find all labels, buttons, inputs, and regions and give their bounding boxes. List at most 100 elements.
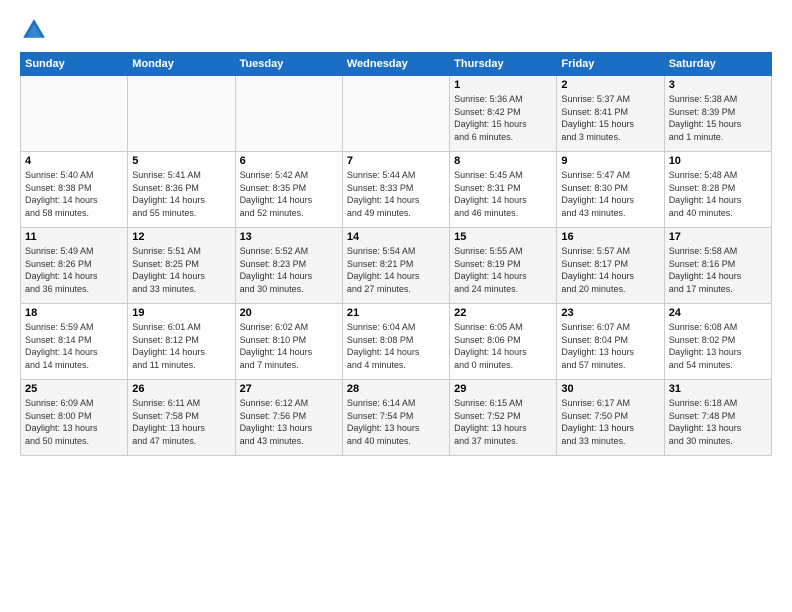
day-number: 4 xyxy=(25,155,123,167)
calendar-cell: 18Sunrise: 5:59 AMSunset: 8:14 PMDayligh… xyxy=(21,304,128,380)
day-number: 7 xyxy=(347,155,445,167)
day-number: 16 xyxy=(561,231,659,243)
calendar-cell: 25Sunrise: 6:09 AMSunset: 8:00 PMDayligh… xyxy=(21,380,128,456)
day-info: Sunrise: 5:41 AMSunset: 8:36 PMDaylight:… xyxy=(132,169,230,219)
calendar-cell xyxy=(21,76,128,152)
calendar-cell: 16 Sunrise: 5:57 AMSunset: 8:17 PMDayligh… xyxy=(557,228,664,304)
weekday-header-saturday: Saturday xyxy=(664,53,771,76)
day-info: Sunrise: 5:44 AMSunset: 8:33 PMDaylight:… xyxy=(347,169,445,219)
calendar-cell: 26 Sunrise: 6:11 AMSunset: 7:58 PMDayligh… xyxy=(128,380,235,456)
calendar-table: SundayMondayTuesdayWednesdayThursdayFrid… xyxy=(20,52,772,456)
day-number: 15 xyxy=(454,231,552,243)
calendar-cell: 5 Sunrise: 5:41 AMSunset: 8:36 PMDaylight… xyxy=(128,152,235,228)
day-number: 10 xyxy=(669,155,767,167)
calendar-cell: 19 Sunrise: 6:01 AMSunset: 8:12 PMDayligh… xyxy=(128,304,235,380)
calendar-cell: 3 Sunrise: 5:38 AMSunset: 8:39 PMDaylight… xyxy=(664,76,771,152)
calendar-cell xyxy=(342,76,449,152)
day-number: 5 xyxy=(132,155,230,167)
day-number: 21 xyxy=(347,307,445,319)
calendar-cell: 21Sunrise: 6:04 AMSunset: 8:08 PMDayligh… xyxy=(342,304,449,380)
day-number: 13 xyxy=(240,231,338,243)
day-info: Sunrise: 5:57 AMSunset: 8:17 PMDaylight:… xyxy=(561,245,659,295)
logo-icon xyxy=(20,16,48,44)
day-info: Sunrise: 5:49 AMSunset: 8:26 PMDaylight:… xyxy=(25,245,123,295)
weekday-header-thursday: Thursday xyxy=(450,53,557,76)
calendar-cell: 10 Sunrise: 5:48 AMSunset: 8:28 PMDayligh… xyxy=(664,152,771,228)
calendar-cell: 11 Sunrise: 5:49 AMSunset: 8:26 PMDayligh… xyxy=(21,228,128,304)
calendar-cell: 22 Sunrise: 6:05 AMSunset: 8:06 PMDayligh… xyxy=(450,304,557,380)
day-number: 3 xyxy=(669,79,767,91)
day-number: 26 xyxy=(132,383,230,395)
week-row-5: 25Sunrise: 6:09 AMSunset: 8:00 PMDayligh… xyxy=(21,380,772,456)
day-info: Sunrise: 5:36 AMSunset: 8:42 PMDaylight:… xyxy=(454,93,552,143)
calendar-cell: 1 Sunrise: 5:36 AMSunset: 8:42 PMDaylight… xyxy=(450,76,557,152)
day-number: 20 xyxy=(240,307,338,319)
day-info: Sunrise: 5:42 AMSunset: 8:35 PMDaylight:… xyxy=(240,169,338,219)
calendar-cell: 14 Sunrise: 5:54 AMSunset: 8:21 PMDayligh… xyxy=(342,228,449,304)
day-number: 23 xyxy=(561,307,659,319)
week-row-4: 18Sunrise: 5:59 AMSunset: 8:14 PMDayligh… xyxy=(21,304,772,380)
day-number: 22 xyxy=(454,307,552,319)
weekday-header-monday: Monday xyxy=(128,53,235,76)
calendar-cell: 8 Sunrise: 5:45 AMSunset: 8:31 PMDaylight… xyxy=(450,152,557,228)
calendar-cell: 20 Sunrise: 6:02 AMSunset: 8:10 PMDayligh… xyxy=(235,304,342,380)
day-number: 19 xyxy=(132,307,230,319)
day-info: Sunrise: 6:02 AMSunset: 8:10 PMDaylight:… xyxy=(240,321,338,371)
day-info: Sunrise: 6:14 AMSunset: 7:54 PMDaylight:… xyxy=(347,397,445,447)
calendar-cell: 15 Sunrise: 5:55 AMSunset: 8:19 PMDayligh… xyxy=(450,228,557,304)
calendar-cell: 28 Sunrise: 6:14 AMSunset: 7:54 PMDayligh… xyxy=(342,380,449,456)
calendar-cell: 9 Sunrise: 5:47 AMSunset: 8:30 PMDaylight… xyxy=(557,152,664,228)
day-info: Sunrise: 5:58 AMSunset: 8:16 PMDaylight:… xyxy=(669,245,767,295)
day-number: 14 xyxy=(347,231,445,243)
day-info: Sunrise: 6:07 AMSunset: 8:04 PMDaylight:… xyxy=(561,321,659,371)
day-number: 31 xyxy=(669,383,767,395)
day-number: 8 xyxy=(454,155,552,167)
week-row-2: 4 Sunrise: 5:40 AMSunset: 8:38 PMDaylight… xyxy=(21,152,772,228)
day-info: Sunrise: 5:40 AMSunset: 8:38 PMDaylight:… xyxy=(25,169,123,219)
day-number: 30 xyxy=(561,383,659,395)
weekday-header-friday: Friday xyxy=(557,53,664,76)
day-info: Sunrise: 5:48 AMSunset: 8:28 PMDaylight:… xyxy=(669,169,767,219)
day-number: 1 xyxy=(454,79,552,91)
calendar-cell: 31 Sunrise: 6:18 AMSunset: 7:48 PMDayligh… xyxy=(664,380,771,456)
day-number: 12 xyxy=(132,231,230,243)
day-info: Sunrise: 5:45 AMSunset: 8:31 PMDaylight:… xyxy=(454,169,552,219)
weekday-header-row: SundayMondayTuesdayWednesdayThursdayFrid… xyxy=(21,53,772,76)
day-number: 9 xyxy=(561,155,659,167)
calendar-cell: 13Sunrise: 5:52 AMSunset: 8:23 PMDayligh… xyxy=(235,228,342,304)
day-info: Sunrise: 5:54 AMSunset: 8:21 PMDaylight:… xyxy=(347,245,445,295)
day-info: Sunrise: 6:05 AMSunset: 8:06 PMDaylight:… xyxy=(454,321,552,371)
day-info: Sunrise: 5:59 AMSunset: 8:14 PMDaylight:… xyxy=(25,321,123,371)
weekday-header-tuesday: Tuesday xyxy=(235,53,342,76)
day-number: 28 xyxy=(347,383,445,395)
day-info: Sunrise: 6:01 AMSunset: 8:12 PMDaylight:… xyxy=(132,321,230,371)
day-info: Sunrise: 6:11 AMSunset: 7:58 PMDaylight:… xyxy=(132,397,230,447)
calendar-cell: 2 Sunrise: 5:37 AMSunset: 8:41 PMDaylight… xyxy=(557,76,664,152)
calendar-cell: 30 Sunrise: 6:17 AMSunset: 7:50 PMDayligh… xyxy=(557,380,664,456)
day-info: Sunrise: 6:18 AMSunset: 7:48 PMDaylight:… xyxy=(669,397,767,447)
calendar-cell: 7 Sunrise: 5:44 AMSunset: 8:33 PMDaylight… xyxy=(342,152,449,228)
day-number: 2 xyxy=(561,79,659,91)
day-info: Sunrise: 6:17 AMSunset: 7:50 PMDaylight:… xyxy=(561,397,659,447)
calendar-cell: 27 Sunrise: 6:12 AMSunset: 7:56 PMDayligh… xyxy=(235,380,342,456)
day-number: 27 xyxy=(240,383,338,395)
week-row-1: 1 Sunrise: 5:36 AMSunset: 8:42 PMDaylight… xyxy=(21,76,772,152)
weekday-header-sunday: Sunday xyxy=(21,53,128,76)
calendar-cell: 29Sunrise: 6:15 AMSunset: 7:52 PMDayligh… xyxy=(450,380,557,456)
day-info: Sunrise: 5:47 AMSunset: 8:30 PMDaylight:… xyxy=(561,169,659,219)
day-info: Sunrise: 6:15 AMSunset: 7:52 PMDaylight:… xyxy=(454,397,552,447)
day-info: Sunrise: 5:37 AMSunset: 8:41 PMDaylight:… xyxy=(561,93,659,143)
calendar-cell: 4 Sunrise: 5:40 AMSunset: 8:38 PMDaylight… xyxy=(21,152,128,228)
day-info: Sunrise: 6:12 AMSunset: 7:56 PMDaylight:… xyxy=(240,397,338,447)
day-info: Sunrise: 5:38 AMSunset: 8:39 PMDaylight:… xyxy=(669,93,767,143)
day-number: 6 xyxy=(240,155,338,167)
day-info: Sunrise: 5:55 AMSunset: 8:19 PMDaylight:… xyxy=(454,245,552,295)
day-number: 17 xyxy=(669,231,767,243)
day-info: Sunrise: 5:51 AMSunset: 8:25 PMDaylight:… xyxy=(132,245,230,295)
calendar-cell xyxy=(128,76,235,152)
calendar-cell: 17 Sunrise: 5:58 AMSunset: 8:16 PMDayligh… xyxy=(664,228,771,304)
page: SundayMondayTuesdayWednesdayThursdayFrid… xyxy=(0,0,792,466)
logo xyxy=(20,16,52,44)
day-info: Sunrise: 6:08 AMSunset: 8:02 PMDaylight:… xyxy=(669,321,767,371)
day-number: 11 xyxy=(25,231,123,243)
